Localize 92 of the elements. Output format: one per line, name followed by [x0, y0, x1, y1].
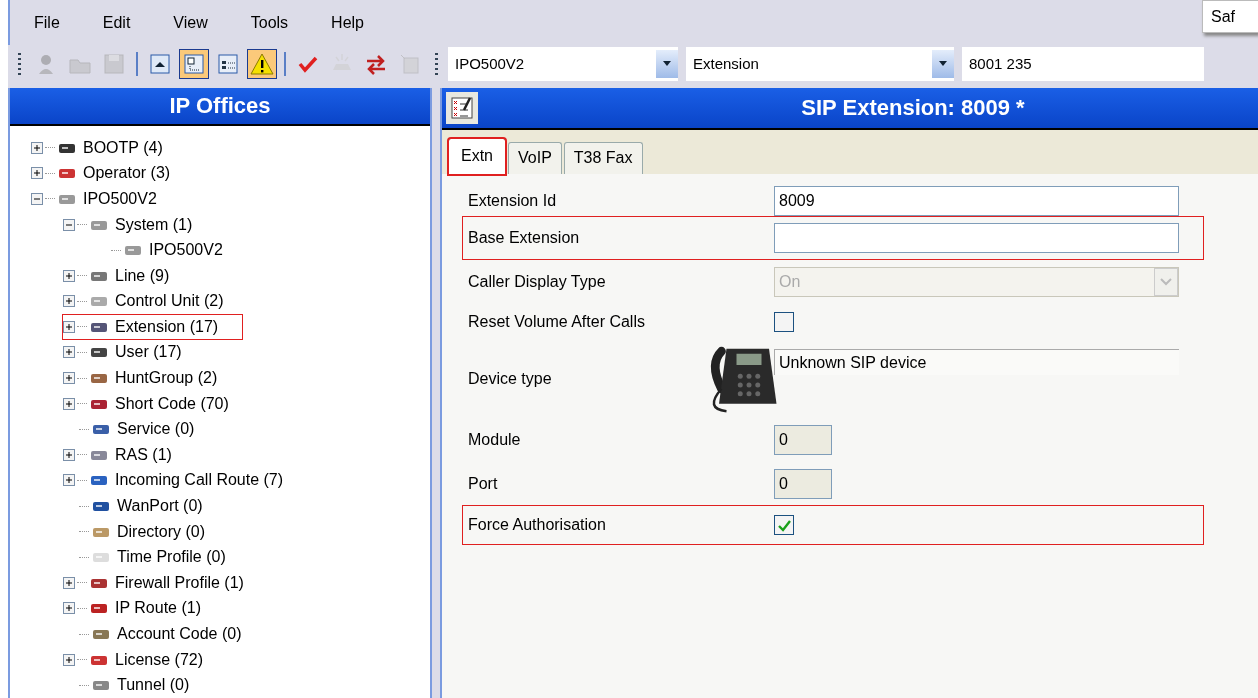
tree-item[interactable]: BOOTP (4) — [83, 138, 163, 157]
checkbox[interactable] — [774, 515, 794, 535]
field-label: Extension Id — [468, 192, 558, 210]
expand-toggle[interactable] — [63, 474, 75, 487]
tree-icon — [182, 51, 206, 76]
checkmark-icon — [777, 518, 791, 532]
text-field[interactable]: 8009 — [774, 186, 1179, 216]
plus-icon — [65, 476, 73, 485]
checkbox[interactable] — [774, 311, 794, 332]
expand-toggle[interactable] — [63, 372, 75, 385]
plus-icon — [65, 322, 73, 331]
tree-item[interactable]: IP Route (1) — [115, 599, 201, 618]
tree-tool-button[interactable] — [179, 48, 209, 79]
field-value: On — [779, 272, 801, 291]
plus-icon — [65, 271, 73, 280]
tab[interactable]: VoIP — [508, 142, 562, 174]
field-label: Port — [468, 474, 499, 493]
plus-icon — [65, 297, 73, 306]
tree-item[interactable]: Firewall Profile (1) — [115, 573, 244, 592]
form-icon — [450, 96, 474, 120]
collapse-toggle[interactable] — [31, 192, 43, 205]
tree-item[interactable]: Service (0) — [117, 420, 195, 439]
plus-icon — [65, 578, 73, 587]
save-icon — [102, 51, 126, 76]
tree-item[interactable]: Operator (3) — [83, 164, 171, 183]
tree-item[interactable]: Extension (17) — [115, 317, 219, 336]
tree-item[interactable]: RAS (1) — [115, 445, 172, 464]
tree-item[interactable]: HuntGroup (2) — [115, 369, 218, 388]
expand-toggle[interactable] — [63, 320, 75, 333]
expand-toggle[interactable] — [31, 167, 43, 180]
plus-icon — [65, 655, 73, 664]
expand-toggle[interactable] — [31, 141, 43, 154]
expand-toggle[interactable] — [63, 602, 75, 615]
tree-item[interactable]: Time Profile (0) — [117, 548, 226, 567]
field-value: 8001 235 — [969, 55, 1032, 72]
tree-item[interactable]: License (72) — [115, 650, 204, 669]
expand-toggle[interactable] — [63, 653, 75, 666]
field-label: Base Extension — [468, 229, 581, 247]
text-field[interactable]: 8001 235 — [962, 46, 1204, 81]
warning-tool-button[interactable] — [247, 48, 277, 79]
caret-icon — [938, 60, 948, 67]
menu-item[interactable]: Edit — [78, 13, 150, 32]
plus-icon — [65, 450, 73, 459]
plus-icon — [65, 399, 73, 408]
tree-item[interactable]: IPO500V2 — [149, 241, 223, 260]
tree-item[interactable]: User (17) — [115, 343, 182, 362]
plus-icon — [33, 169, 41, 178]
panel-icon — [148, 51, 172, 76]
menu-item[interactable]: View — [149, 13, 227, 32]
tab[interactable]: Extn — [448, 138, 506, 175]
menu-item[interactable]: File — [10, 13, 79, 32]
plus-icon — [65, 374, 73, 383]
dropdown[interactable]: IPO500V2 — [448, 46, 678, 81]
warning-icon — [250, 51, 274, 76]
dropdown[interactable]: Extension — [686, 46, 954, 81]
window-tab[interactable]: Saf — [1202, 0, 1258, 33]
tree-item[interactable]: Line (9) — [115, 266, 170, 285]
expand-toggle[interactable] — [63, 269, 75, 282]
field-label: Module — [468, 430, 522, 449]
field-value: Extension — [693, 55, 759, 72]
tab[interactable]: T38 Fax — [563, 142, 643, 174]
tree-item[interactable]: Tunnel (0) — [117, 676, 190, 695]
tree-item[interactable]: Short Code (70) — [115, 394, 229, 413]
tree-item[interactable]: IPO500V2 — [83, 189, 157, 208]
menu-item[interactable]: Tools — [226, 13, 308, 32]
tree-item[interactable]: System (1) — [115, 215, 193, 234]
tree-item[interactable]: Incoming Call Route (7) — [115, 471, 284, 490]
expand-toggle[interactable] — [63, 346, 75, 359]
tree-item[interactable]: Directory (0) — [117, 522, 205, 541]
tree-item[interactable]: Account Code (0) — [117, 625, 242, 643]
list-icon — [216, 51, 240, 76]
expand-toggle[interactable] — [63, 448, 75, 461]
expand-toggle[interactable] — [63, 295, 75, 308]
expand-toggle[interactable] — [63, 576, 75, 589]
field-label: Device type — [468, 369, 553, 388]
field-label: Reset Volume After Calls — [468, 312, 646, 331]
field-label: Force Authorisation — [468, 516, 607, 534]
plus-icon — [65, 604, 73, 613]
menu-item[interactable]: Help — [307, 13, 383, 32]
field-label: Caller Display Type — [468, 272, 607, 291]
plus-icon — [33, 143, 41, 152]
tree-item[interactable]: Control Unit (2) — [115, 292, 224, 311]
field-value: IPO500V2 — [455, 55, 525, 72]
tree-item[interactable]: WanPort (0) — [117, 497, 203, 516]
panel-title: IP Offices — [10, 88, 430, 126]
text-field[interactable] — [774, 223, 1179, 253]
caret-icon — [662, 60, 672, 67]
editor-title: SIP Extension: 8009 * — [800, 95, 1026, 121]
plus-icon — [65, 348, 73, 357]
collapse-toggle[interactable] — [63, 218, 75, 231]
chevron-icon — [1160, 277, 1172, 286]
expand-toggle[interactable] — [63, 397, 75, 410]
